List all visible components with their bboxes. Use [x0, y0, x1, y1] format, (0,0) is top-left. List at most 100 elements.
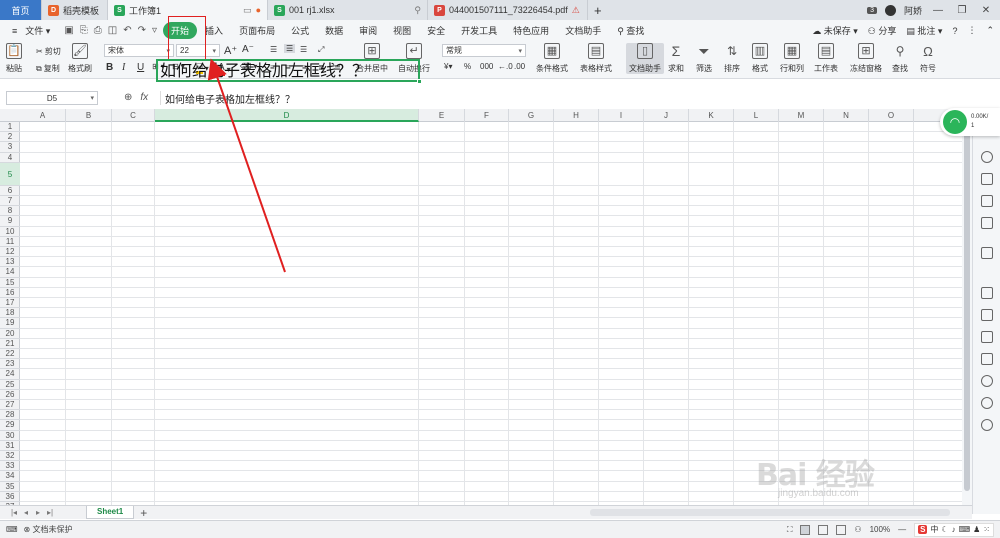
freeze-panes-button[interactable]: ⊞ 冻结窗格: [850, 43, 882, 74]
column-header-d[interactable]: D: [155, 109, 419, 122]
copy-button[interactable]: ⧉ 复制: [36, 63, 60, 74]
increase-decimal-button[interactable]: ←.0: [498, 62, 513, 71]
sort-button[interactable]: ⇅ 排序: [724, 43, 740, 74]
location-icon[interactable]: [981, 375, 993, 387]
formula-input[interactable]: 如何给电子表格加左框线？？: [160, 91, 940, 106]
tab-rj1-xlsx[interactable]: S 001 rj1.xlsx ⚲: [268, 0, 428, 20]
align-middle-button[interactable]: ☰: [284, 44, 296, 53]
row-header-6[interactable]: 6: [0, 186, 20, 196]
reading-mode-icon[interactable]: ⚇: [854, 525, 861, 534]
sheet-tab-sheet1[interactable]: Sheet1: [86, 506, 135, 519]
orientation-button[interactable]: ⤢: [318, 45, 324, 55]
currency-button[interactable]: ¥▾: [444, 62, 452, 71]
font-name-select[interactable]: 宋体: [104, 44, 174, 57]
hamburger-icon[interactable]: ≡: [4, 26, 25, 36]
spreadsheet-grid[interactable]: ABCDEFGHIJKLMNO 1 2 3 4 5 6 7 8 9 10 11 12 13 14 15 16 1…: [0, 109, 962, 505]
share-button[interactable]: ⚇ 分享: [868, 24, 897, 37]
column-header-c[interactable]: C: [112, 109, 155, 122]
first-sheet-icon[interactable]: |◂: [8, 508, 20, 517]
row-header-13[interactable]: 13: [0, 257, 20, 268]
page-layout-view-icon[interactable]: [836, 524, 847, 535]
history-icon[interactable]: [981, 397, 993, 409]
add-sheet-button[interactable]: +: [140, 506, 147, 520]
row-header-7[interactable]: 7: [0, 196, 20, 207]
column-header-h[interactable]: H: [554, 109, 599, 122]
row-header-14[interactable]: 14: [0, 267, 20, 278]
italic-button[interactable]: I: [122, 62, 125, 73]
network-speed-widget[interactable]: ◠ 0.00K/1: [940, 108, 1000, 136]
align-top-button[interactable]: ☰: [270, 45, 277, 54]
print-icon[interactable]: ⎙: [94, 25, 102, 36]
number-format-select[interactable]: 常规: [442, 44, 526, 57]
more-icon[interactable]: ⋮: [967, 25, 976, 36]
save-icon[interactable]: ▣: [64, 25, 73, 36]
row-column-button[interactable]: ▦ 行和列: [780, 43, 804, 74]
row-header-8[interactable]: 8: [0, 206, 20, 217]
row-header-34[interactable]: 34: [0, 471, 20, 482]
row-header-20[interactable]: 20: [0, 329, 20, 339]
find-button[interactable]: ⚲ 查找: [892, 43, 908, 74]
monitor-icon[interactable]: ▭: [243, 5, 252, 16]
increase-font-button[interactable]: A⁺: [224, 44, 237, 57]
macro-icon[interactable]: ⌨: [6, 525, 18, 534]
column-header-a[interactable]: A: [20, 109, 66, 122]
row-header-5[interactable]: 5: [0, 162, 20, 186]
row-header-26[interactable]: 26: [0, 390, 20, 400]
bold-button[interactable]: B: [106, 62, 113, 73]
zoom-out-icon[interactable]: —: [898, 525, 906, 534]
pin-icon[interactable]: ⚲: [414, 5, 421, 16]
name-box[interactable]: D5 ▾: [6, 91, 98, 105]
help-circle-icon[interactable]: [981, 419, 993, 431]
input-method-bar[interactable]: S 中 ☾ ♪ ⌨ ♟ ⁙: [914, 522, 994, 537]
percent-button[interactable]: %: [464, 62, 471, 71]
column-header-j[interactable]: J: [644, 109, 689, 122]
vertical-scrollbar[interactable]: [962, 109, 972, 505]
row-header-21[interactable]: 21: [0, 339, 20, 349]
row-header-4[interactable]: 4: [0, 153, 20, 163]
menu-file[interactable]: 文件 ▾: [25, 24, 58, 37]
tab-docer-templates[interactable]: D 稻壳模板: [42, 0, 108, 20]
cut-button[interactable]: ✂ 剪切: [36, 46, 61, 57]
avatar[interactable]: [884, 4, 896, 16]
row-header-2[interactable]: 2: [0, 132, 20, 143]
filter-button[interactable]: ⏷ 筛选: [696, 43, 712, 74]
symbol-button[interactable]: Ω 符号: [920, 43, 936, 74]
row-header-24[interactable]: 24: [0, 369, 20, 380]
export-pdf-icon[interactable]: ⎘: [80, 25, 88, 36]
minimize-button[interactable]: —: [930, 5, 946, 16]
menu-developer[interactable]: 开发工具: [453, 24, 505, 37]
column-header-f[interactable]: F: [465, 109, 509, 122]
redo-icon[interactable]: ↷: [138, 25, 146, 36]
menu-security[interactable]: 安全: [419, 24, 453, 37]
column-header-n[interactable]: N: [824, 109, 869, 122]
share-out-icon[interactable]: [981, 309, 993, 321]
image-icon[interactable]: [981, 353, 993, 365]
horizontal-scrollbar[interactable]: [590, 509, 950, 516]
column-header-b[interactable]: B: [66, 109, 112, 122]
menu-view[interactable]: 视图: [385, 24, 419, 37]
prev-sheet-icon[interactable]: ◂: [20, 508, 32, 517]
undo-icon[interactable]: ↶: [123, 25, 131, 36]
new-tab-button[interactable]: +: [588, 0, 608, 20]
row-header-29[interactable]: 29: [0, 420, 20, 431]
collapse-ribbon-icon[interactable]: ⌃: [986, 25, 994, 36]
menu-search[interactable]: ⚲ 查找: [609, 24, 652, 37]
menu-data[interactable]: 数据: [317, 24, 351, 37]
column-header-m[interactable]: M: [779, 109, 824, 122]
row-header-18[interactable]: 18: [0, 308, 20, 319]
row-header-35[interactable]: 35: [0, 482, 20, 492]
comment-button[interactable]: ▤ 批注 ▾: [906, 24, 942, 37]
unsaved-status[interactable]: ☁ 未保存 ▾: [812, 24, 858, 37]
protect-status[interactable]: ⊗ 文档未保护: [24, 524, 73, 535]
chart-icon[interactable]: [981, 217, 993, 229]
apps-icon[interactable]: [981, 195, 993, 207]
full-screen-icon[interactable]: ⛶: [787, 525, 793, 535]
help-icon[interactable]: ?: [952, 26, 957, 36]
active-cell-d5[interactable]: 如何给电子表格加左框线？？: [156, 59, 422, 84]
row-header-19[interactable]: 19: [0, 318, 20, 329]
last-sheet-icon[interactable]: ▸|: [44, 508, 56, 517]
next-sheet-icon[interactable]: ▸: [32, 508, 44, 517]
zoom-level[interactable]: 100%: [870, 525, 890, 534]
row-header-33[interactable]: 33: [0, 461, 20, 472]
window-count-badge[interactable]: 3: [867, 6, 877, 14]
